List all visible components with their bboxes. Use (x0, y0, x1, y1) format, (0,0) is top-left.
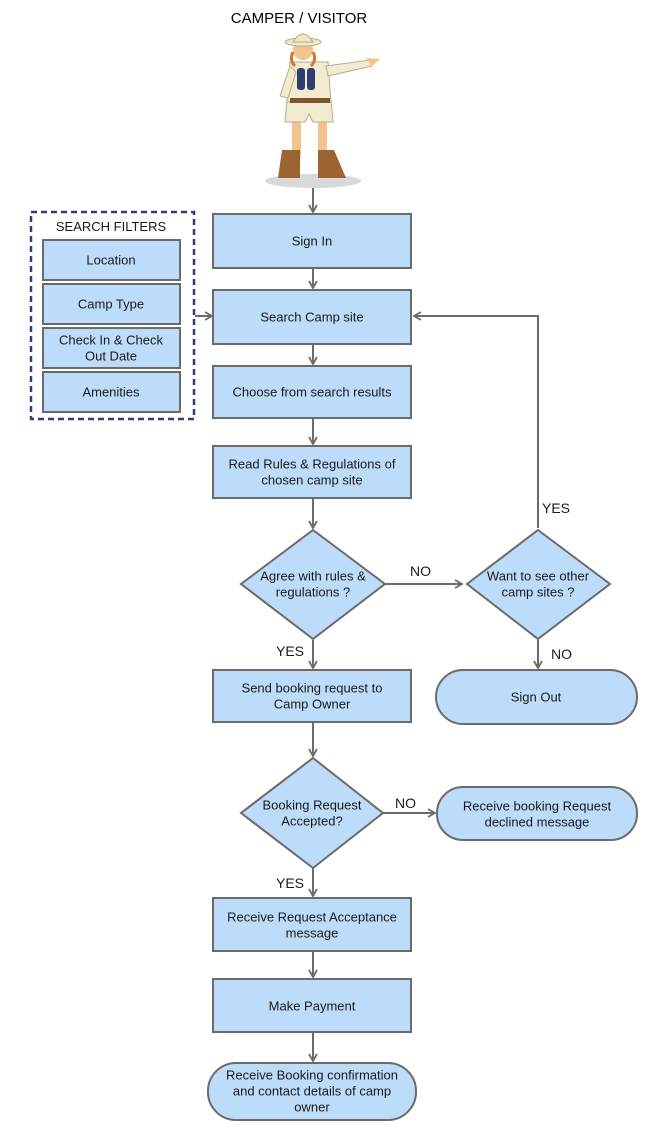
label-line: Read Rules & Regulations of (229, 457, 396, 472)
search-filters-group: SEARCH FILTERS Location Camp Type Check … (29, 210, 196, 421)
label-line: Sign In (292, 234, 332, 249)
label-line: Accepted? (281, 814, 342, 829)
label-line: Receive Booking confirmation (226, 1068, 398, 1083)
node-booking-confirmation: Receive Booking confirmation and contact … (207, 1062, 417, 1121)
label-line: Booking Request (262, 798, 361, 813)
node-label: Want to see other camp sites ? (487, 569, 590, 600)
label-line: Location (86, 253, 135, 268)
filter-camp-type-label: Camp Type (78, 297, 144, 312)
label-other-yes: YES (542, 500, 570, 516)
label-line: Camp Owner (274, 697, 351, 712)
actor-title: CAMPER / VISITOR (231, 10, 368, 27)
node-acceptance-message: Receive Request Acceptance message (212, 897, 412, 952)
node-label: Sign Out (511, 690, 562, 705)
label-line: Make Payment (269, 999, 356, 1014)
camper-icon (265, 33, 380, 188)
filter-location-label: Location (86, 253, 135, 268)
node-label: Choose from search results (233, 385, 392, 400)
flowchart: CAMPER / VISITOR SEARCH FILTERS Location… (29, 10, 638, 1121)
node-label: Sign In (292, 234, 332, 249)
label-line: Sign Out (511, 690, 562, 705)
label-line: regulations ? (276, 585, 350, 600)
label-line: Out Date (85, 349, 137, 364)
label-line: Search Camp site (260, 310, 363, 325)
label-line: Receive Request Acceptance (227, 910, 397, 925)
label-agree-no: NO (410, 563, 431, 579)
filter-check-in-out-date[interactable]: Check In & Check Out Date (42, 327, 181, 369)
label-line: Send booking request to (242, 681, 383, 696)
label-line: chosen camp site (261, 473, 362, 488)
node-sign-in: Sign In (212, 213, 412, 269)
label-line: Camp Type (78, 297, 144, 312)
node-send-request: Send booking request to Camp Owner (212, 669, 412, 723)
label-line: owner (294, 1100, 330, 1115)
node-label: Agree with rules & regulations ? (260, 569, 366, 600)
node-label: Search Camp site (260, 310, 363, 325)
filter-location[interactable]: Location (42, 239, 181, 281)
label-line: Amenities (82, 385, 140, 400)
label-accepted-yes: YES (276, 875, 304, 891)
label-accepted-no: NO (395, 795, 416, 811)
filter-camp-type[interactable]: Camp Type (42, 283, 181, 325)
label-agree-yes: YES (276, 643, 304, 659)
node-search-camp-site: Search Camp site (212, 289, 412, 345)
decision-agree-rules: Agree with rules & regulations ? (239, 528, 387, 641)
edge-other-yes (412, 311, 539, 528)
node-make-payment: Make Payment (212, 978, 412, 1033)
label-other-no: NO (551, 646, 572, 662)
filter-amenities-label: Amenities (82, 385, 140, 400)
label-line: camp sites ? (502, 585, 575, 600)
decision-request-accepted: Booking Request Accepted? (239, 756, 385, 870)
node-choose-results: Choose from search results (212, 365, 412, 419)
label-line: declined message (485, 815, 590, 830)
filter-amenities[interactable]: Amenities (42, 371, 181, 413)
node-read-rules: Read Rules & Regulations of chosen camp s… (212, 445, 412, 499)
label-line: Choose from search results (233, 385, 392, 400)
label-line: Agree with rules & (260, 569, 366, 584)
label-line: Check In & Check (59, 333, 164, 348)
node-label: Make Payment (269, 999, 356, 1014)
node-declined-message: Receive booking Request declined message (436, 786, 638, 841)
decision-other-sites: Want to see other camp sites ? (465, 528, 612, 641)
label-line: Want to see other (487, 569, 590, 584)
label-line: and contact details of camp (233, 1084, 391, 1099)
label-line: Receive booking Request (463, 799, 612, 814)
node-label: Receive booking Request declined message (463, 799, 612, 830)
search-filters-heading: SEARCH FILTERS (56, 219, 167, 234)
node-sign-out: Sign Out (435, 669, 638, 725)
label-line: message (286, 926, 339, 941)
